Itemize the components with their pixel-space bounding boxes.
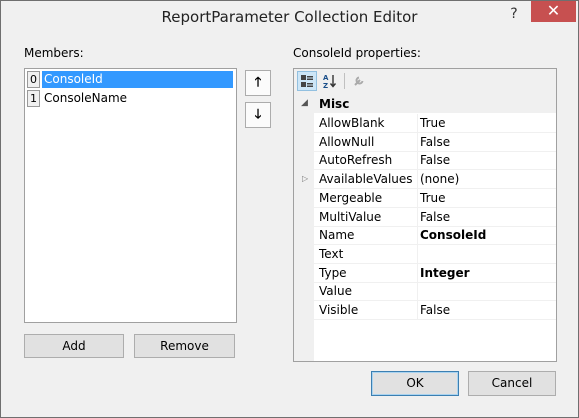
properties-label: ConsoleId properties: <box>293 46 421 60</box>
property-grid-toolbar: A Z <box>294 69 556 96</box>
property-name: AllowBlank <box>319 116 385 130</box>
property-row-value[interactable]: Value <box>314 282 556 302</box>
ok-button[interactable]: OK <box>371 371 459 396</box>
property-name: AutoRefresh <box>319 153 393 168</box>
member-item-consolename[interactable]: 1 ConsoleName <box>27 90 233 107</box>
property-name: Text <box>319 246 344 261</box>
property-row-type[interactable]: Type Integer <box>314 263 556 283</box>
toolbar-separator <box>344 73 345 89</box>
categorized-icon <box>301 75 313 87</box>
remove-button[interactable]: Remove <box>134 334 235 358</box>
property-value[interactable]: (none) <box>420 172 555 186</box>
column-divider <box>417 132 418 151</box>
property-row-allowblank[interactable]: AllowBlank True <box>314 114 556 133</box>
column-divider <box>417 188 418 207</box>
property-name: Visible <box>319 303 359 317</box>
member-index: 1 <box>27 90 40 107</box>
member-label: ConsoleName <box>44 91 128 105</box>
column-divider <box>417 114 418 132</box>
property-name: Name <box>319 228 355 243</box>
column-divider <box>417 151 418 170</box>
category-misc[interactable]: ◢ Misc <box>294 95 556 113</box>
column-divider <box>417 301 418 319</box>
property-grid: A Z ◢ Misc AllowBlank True AllowNull False A… <box>293 68 557 362</box>
svg-text:A: A <box>323 74 329 82</box>
column-divider <box>417 170 418 189</box>
move-down-button[interactable]: 🡓 <box>245 102 271 128</box>
alphabetical-button[interactable]: A Z <box>320 71 340 91</box>
alphabetical-icon: A Z <box>323 74 337 90</box>
property-row-autorefresh[interactable]: AutoRefresh False <box>314 151 556 171</box>
grid-margin <box>294 95 314 361</box>
property-row-mergeable[interactable]: Mergeable True <box>314 188 556 208</box>
collapse-icon[interactable]: ◢ <box>301 98 308 108</box>
member-index: 0 <box>27 71 40 88</box>
property-value[interactable]: False <box>420 153 555 167</box>
svg-text:Z: Z <box>323 82 328 89</box>
property-value[interactable]: False <box>420 210 555 224</box>
member-item-consoleid[interactable]: 0 ConsoleId <box>27 71 233 88</box>
members-label: Members: <box>24 46 84 60</box>
property-value[interactable]: False <box>420 135 555 149</box>
column-divider <box>417 282 418 301</box>
property-row-visible[interactable]: Visible False <box>314 301 556 320</box>
move-up-button[interactable]: 🡑 <box>245 70 271 96</box>
property-value[interactable]: False <box>420 303 555 317</box>
help-button[interactable]: ? <box>501 4 527 24</box>
arrow-up-icon: 🡑 <box>254 75 262 90</box>
property-name: AllowNull <box>319 134 375 149</box>
property-value[interactable]: Integer <box>420 266 555 280</box>
dialog-window: ReportParameter Collection Editor ? ✕ Me… <box>0 0 579 418</box>
window-title: ReportParameter Collection Editor <box>161 8 418 26</box>
close-button[interactable]: ✕ <box>531 1 576 22</box>
property-row-availablevalues[interactable]: ▷ AvailableValues (none) <box>302 170 556 190</box>
property-value[interactable]: True <box>420 116 555 130</box>
category-label: Misc <box>319 97 350 111</box>
property-name: AvailableValues <box>319 172 413 187</box>
property-name: Value <box>319 284 352 299</box>
column-divider <box>417 263 418 282</box>
expand-icon[interactable]: ▷ <box>302 174 308 183</box>
members-list[interactable]: 0 ConsoleId 1 ConsoleName <box>24 68 237 323</box>
property-value[interactable]: ConsoleId <box>420 228 555 242</box>
property-value[interactable]: True <box>420 191 555 205</box>
title-bar: ReportParameter Collection Editor ? ✕ <box>1 1 578 35</box>
property-name: Mergeable <box>319 190 383 205</box>
property-row-allownull[interactable]: AllowNull False <box>314 132 556 152</box>
cancel-button[interactable]: Cancel <box>468 371 556 396</box>
property-row-multivalue[interactable]: MultiValue False <box>314 207 556 227</box>
arrow-down-icon: 🡓 <box>254 107 262 122</box>
column-divider <box>417 244 418 263</box>
column-divider <box>417 226 418 245</box>
member-label: ConsoleId <box>42 71 233 88</box>
property-name: Type <box>319 265 347 280</box>
property-row-text[interactable]: Text <box>314 244 556 264</box>
categorized-button[interactable] <box>297 71 317 91</box>
add-button[interactable]: Add <box>24 334 124 358</box>
property-pages-button[interactable] <box>349 71 369 91</box>
property-row-name[interactable]: Name ConsoleId <box>314 226 556 246</box>
wrench-icon <box>354 76 364 86</box>
column-divider <box>417 207 418 226</box>
property-name: MultiValue <box>319 209 382 224</box>
